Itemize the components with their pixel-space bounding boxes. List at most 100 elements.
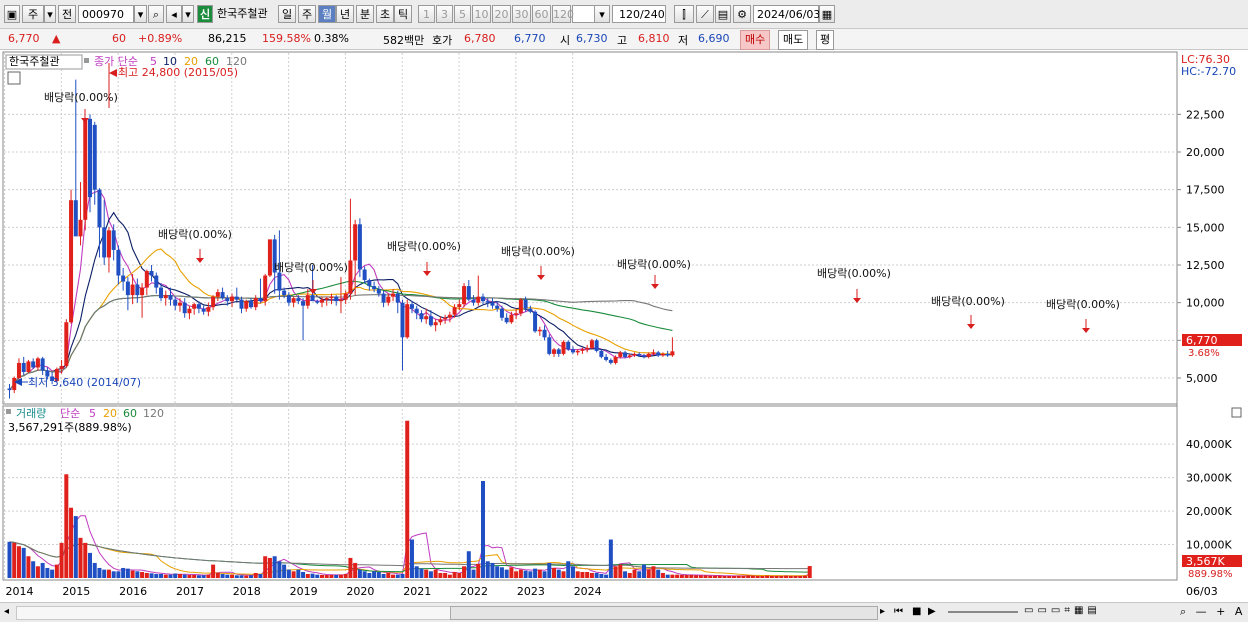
sound-dropdown-icon[interactable]: ▾ bbox=[182, 5, 194, 23]
candle-body bbox=[320, 299, 325, 303]
gear-icon[interactable]: ⚙ bbox=[733, 5, 751, 23]
interval-button-4[interactable]: 20 bbox=[492, 5, 511, 23]
volume-bar bbox=[462, 566, 467, 578]
interval-button-3[interactable]: 10 bbox=[472, 5, 491, 23]
candle-body bbox=[196, 304, 201, 309]
candle-body bbox=[234, 296, 239, 300]
interval-button-6[interactable]: 60 bbox=[532, 5, 551, 23]
candle-body bbox=[357, 224, 362, 270]
candle-body bbox=[159, 287, 164, 299]
drawing-tool-icon[interactable]: ⟋ bbox=[696, 5, 714, 23]
candle-body bbox=[59, 365, 64, 369]
volume-bar bbox=[367, 572, 372, 578]
candle-body bbox=[585, 347, 590, 350]
dividend-label: 배당락(0.00%) bbox=[617, 258, 691, 271]
period-tab-0[interactable]: 일 bbox=[278, 5, 296, 23]
date-value: 2024/06/03 bbox=[757, 8, 821, 21]
candle-body bbox=[163, 295, 168, 299]
stock-chart-svg[interactable]: 22,50020,00017,50015,00012,50010,0007,50… bbox=[0, 50, 1248, 602]
scroll-thumb[interactable] bbox=[450, 606, 878, 620]
x-axis-label: 2020 bbox=[346, 585, 374, 598]
period-tab-5[interactable]: 초 bbox=[376, 5, 394, 23]
candle-type-icon[interactable]: ⫿ bbox=[674, 5, 694, 23]
rewind-icon[interactable]: ⏮ bbox=[894, 606, 903, 617]
flat-button[interactable]: 평 bbox=[816, 30, 835, 50]
volume-bar bbox=[750, 575, 755, 578]
candle-body bbox=[670, 351, 675, 356]
volume-bar bbox=[514, 571, 519, 578]
zoom-slider[interactable] bbox=[948, 611, 1018, 613]
interval-button-5[interactable]: 30 bbox=[512, 5, 531, 23]
volume-legend-simple: 단순 bbox=[60, 407, 80, 420]
interval-button-2[interactable]: 5 bbox=[454, 5, 471, 23]
interval-button-0[interactable]: 1 bbox=[418, 5, 435, 23]
open-price: 6,730 bbox=[576, 32, 608, 45]
search-icon[interactable]: ⌕ bbox=[148, 5, 164, 23]
candle-body bbox=[381, 293, 386, 303]
period-tab-2[interactable]: 월 bbox=[318, 5, 336, 23]
volume-bar bbox=[16, 546, 21, 578]
candle-body bbox=[140, 287, 145, 296]
period-tab-3[interactable]: 년 bbox=[336, 5, 354, 23]
interval-button-1[interactable]: 3 bbox=[436, 5, 453, 23]
stock-code-input[interactable]: 000970 bbox=[78, 5, 134, 23]
interval-button-7[interactable]: 120 bbox=[552, 5, 574, 23]
interval-dropdown-icon[interactable]: ▾ bbox=[594, 5, 610, 23]
scroll-right-icon[interactable]: ▸ bbox=[880, 606, 885, 617]
candle-body bbox=[362, 269, 367, 281]
x-axis-label: 2019 bbox=[290, 585, 318, 598]
period-tab-1[interactable]: 주 bbox=[298, 5, 316, 23]
candle-body bbox=[282, 290, 287, 296]
volume-bar bbox=[215, 572, 220, 578]
stop-icon[interactable]: ■ bbox=[912, 606, 921, 617]
candle-body bbox=[125, 281, 130, 296]
new-badge-label: 신 bbox=[199, 8, 211, 21]
high-label: 고 bbox=[617, 34, 628, 47]
chart-area[interactable]: 22,50020,00017,50015,00012,50010,0007,50… bbox=[0, 50, 1248, 602]
volume-bar bbox=[50, 569, 55, 578]
toolbar: ▣ 주 ▾ 전 000970 ▾ ⌕ ◂ ▾ 신 한국주철관 ▾ 120/240… bbox=[0, 0, 1248, 29]
volume-bar bbox=[495, 566, 500, 578]
volume-bar bbox=[163, 574, 168, 578]
prev-button[interactable]: 전 bbox=[58, 5, 76, 23]
window-menu-icon[interactable]: ▣ bbox=[4, 5, 20, 23]
date-input[interactable]: 2024/06/03 bbox=[753, 5, 821, 23]
maximize-panel-icon[interactable] bbox=[1231, 407, 1242, 418]
candle-body bbox=[130, 284, 135, 296]
volume-bar bbox=[727, 575, 732, 578]
volume-bar bbox=[376, 571, 381, 578]
legend-ma60: 60 bbox=[205, 55, 219, 68]
candle-body bbox=[353, 224, 358, 261]
layout-icons[interactable]: ▭▭▭⌗▦▤ bbox=[1024, 605, 1101, 616]
period-tab-4[interactable]: 분 bbox=[356, 5, 374, 23]
volume-bar bbox=[585, 571, 590, 578]
period-tab-6[interactable]: 틱 bbox=[394, 5, 412, 23]
volume-bar bbox=[457, 572, 462, 578]
stock-code-dropdown-icon[interactable]: ▾ bbox=[134, 5, 147, 23]
play-icon[interactable]: ▶ bbox=[928, 606, 936, 617]
market-dropdown-icon[interactable]: ▾ bbox=[44, 5, 56, 23]
indicator-table-icon[interactable] bbox=[7, 71, 21, 85]
candle-body bbox=[504, 317, 509, 323]
volume-percent: 159.58% bbox=[262, 32, 311, 45]
market-select[interactable]: 주 bbox=[22, 5, 44, 23]
scroll-left-icon[interactable]: ◂ bbox=[4, 606, 9, 617]
save-icon[interactable]: ▤ bbox=[715, 5, 731, 23]
buy-button[interactable]: 매수 bbox=[740, 30, 771, 50]
volume-bar bbox=[518, 569, 523, 578]
candle-body bbox=[376, 289, 381, 294]
candle-body bbox=[267, 239, 272, 276]
count-input[interactable]: 120/240 bbox=[612, 5, 666, 23]
candle-body bbox=[395, 293, 400, 303]
volume-bar bbox=[613, 566, 618, 578]
volume-legend-ma20: 20 bbox=[103, 407, 117, 420]
volume-bar bbox=[296, 569, 301, 578]
price-legend-stockname: 한국주철관 bbox=[9, 55, 60, 68]
candle-body bbox=[206, 307, 211, 312]
zoom-controls-icon[interactable]: ⌕ — + A bbox=[1180, 605, 1245, 619]
calendar-icon[interactable]: ▦ bbox=[819, 5, 835, 23]
sound-icon[interactable]: ◂ bbox=[166, 5, 182, 23]
sell-button[interactable]: 매도 bbox=[778, 30, 809, 50]
volume-bar bbox=[481, 480, 485, 578]
volume-axis-label: 10,000K bbox=[1186, 539, 1232, 552]
